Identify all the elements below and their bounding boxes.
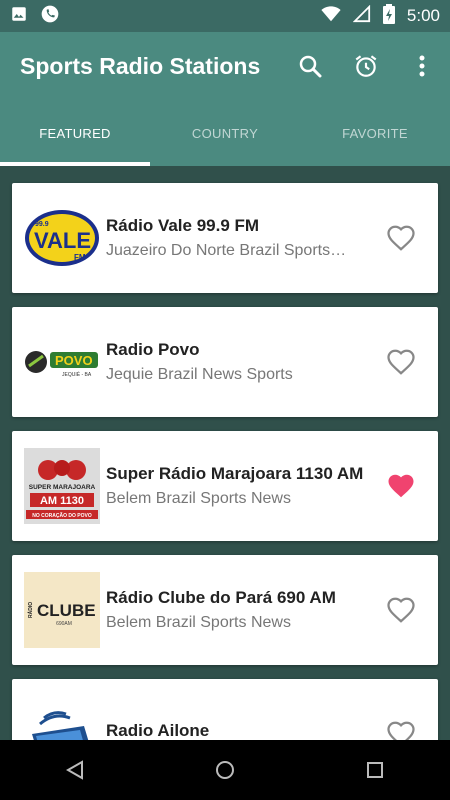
favorite-toggle[interactable] <box>386 719 416 740</box>
station-card[interactable]: POVO JEQUIÉ - BA Radio Povo Jequie Brazi… <box>12 307 438 417</box>
home-button[interactable] <box>201 746 249 794</box>
image-icon <box>10 5 28 28</box>
heart-outline-icon <box>387 721 415 740</box>
system-nav-bar <box>0 740 450 800</box>
app-bar: Sports Radio Stations <box>0 32 450 100</box>
station-description: Belem Brazil Sports News <box>106 490 291 507</box>
station-name: Radio Ailone <box>106 721 210 740</box>
status-time: 5:00 <box>406 6 440 25</box>
logo-name: SUPER MARAJOARA <box>29 484 96 491</box>
wifi-icon <box>321 5 341 27</box>
recents-button[interactable] <box>351 746 399 794</box>
logo-prefix: RÁDIO <box>27 602 34 618</box>
logo-name: CLUBE <box>37 601 96 620</box>
station-name: Rádio Clube do Pará 690 AM <box>106 588 336 607</box>
station-name: Super Rádio Marajoara 1130 AM <box>106 464 364 483</box>
logo-band: 690AM <box>56 621 72 627</box>
favorite-toggle[interactable] <box>386 595 416 625</box>
home-circle-icon <box>216 761 234 779</box>
station-name: Rádio Vale 99.9 FM <box>106 216 260 235</box>
status-bar: 5:00 <box>0 0 450 32</box>
tab-favorite[interactable]: FAVORITE <box>300 100 450 166</box>
more-vert-icon <box>419 55 425 77</box>
favorite-toggle[interactable] <box>386 471 416 501</box>
favorite-toggle[interactable] <box>386 223 416 253</box>
signal-icon <box>352 4 371 28</box>
battery-charging-icon <box>382 3 395 29</box>
station-card[interactable]: SUPER MARAJOARA AM 1130 NO CORAÇÃO DO PO… <box>12 431 438 541</box>
tab-country[interactable]: COUNTRY <box>150 100 300 166</box>
station-logo: POVO JEQUIÉ - BA <box>24 324 100 400</box>
station-description: Belem Brazil Sports News <box>106 614 291 631</box>
station-logo: RÁDIO CLUBE 690AM <box>24 572 100 648</box>
station-logo <box>24 696 100 740</box>
logo-city: JEQUIÉ - BA <box>62 371 92 378</box>
station-logo: 99.9 VALE FM <box>24 200 100 276</box>
app-title: Sports Radio Stations <box>20 52 261 79</box>
back-button[interactable] <box>51 746 99 794</box>
station-logo: SUPER MARAJOARA AM 1130 NO CORAÇÃO DO PO… <box>24 448 100 524</box>
logo-name: POVO <box>55 353 93 368</box>
recents-square-icon <box>367 762 383 778</box>
station-card[interactable]: Radio Ailone <box>12 679 438 740</box>
station-card[interactable]: RÁDIO CLUBE 690AM Rádio Clube do Pará 69… <box>12 555 438 665</box>
logo-band: AM 1130 <box>40 495 84 507</box>
station-name: Radio Povo <box>106 340 200 359</box>
more-options-button[interactable] <box>408 52 436 80</box>
heart-outline-icon <box>387 349 415 375</box>
station-description: Jequie Brazil News Sports <box>106 366 293 383</box>
phone-icon <box>40 4 60 29</box>
tab-featured[interactable]: FEATURED <box>0 100 150 166</box>
favorite-toggle[interactable] <box>386 347 416 377</box>
heart-filled-icon <box>388 474 414 498</box>
search-icon <box>299 55 322 78</box>
heart-outline-icon <box>387 597 415 623</box>
logo-frequency: 99.9 <box>35 221 49 228</box>
heart-outline-icon <box>387 225 415 251</box>
alarm-button[interactable] <box>352 52 380 80</box>
logo-name: VALE <box>34 228 91 253</box>
logo-band: FM <box>74 253 86 262</box>
search-button[interactable] <box>296 52 324 80</box>
station-card[interactable]: 99.9 VALE FM Rádio Vale 99.9 FM Juazeiro… <box>12 183 438 293</box>
back-triangle-icon <box>65 760 83 780</box>
tab-bar: FEATURED COUNTRY FAVORITE <box>0 100 450 166</box>
logo-slogan: NO CORAÇÃO DO POVO <box>32 512 92 519</box>
alarm-clock-icon <box>355 55 377 77</box>
station-description: Juazeiro Do Norte Brazil Sports… <box>106 242 347 259</box>
station-list: 99.9 VALE FM Rádio Vale 99.9 FM Juazeiro… <box>0 166 450 740</box>
